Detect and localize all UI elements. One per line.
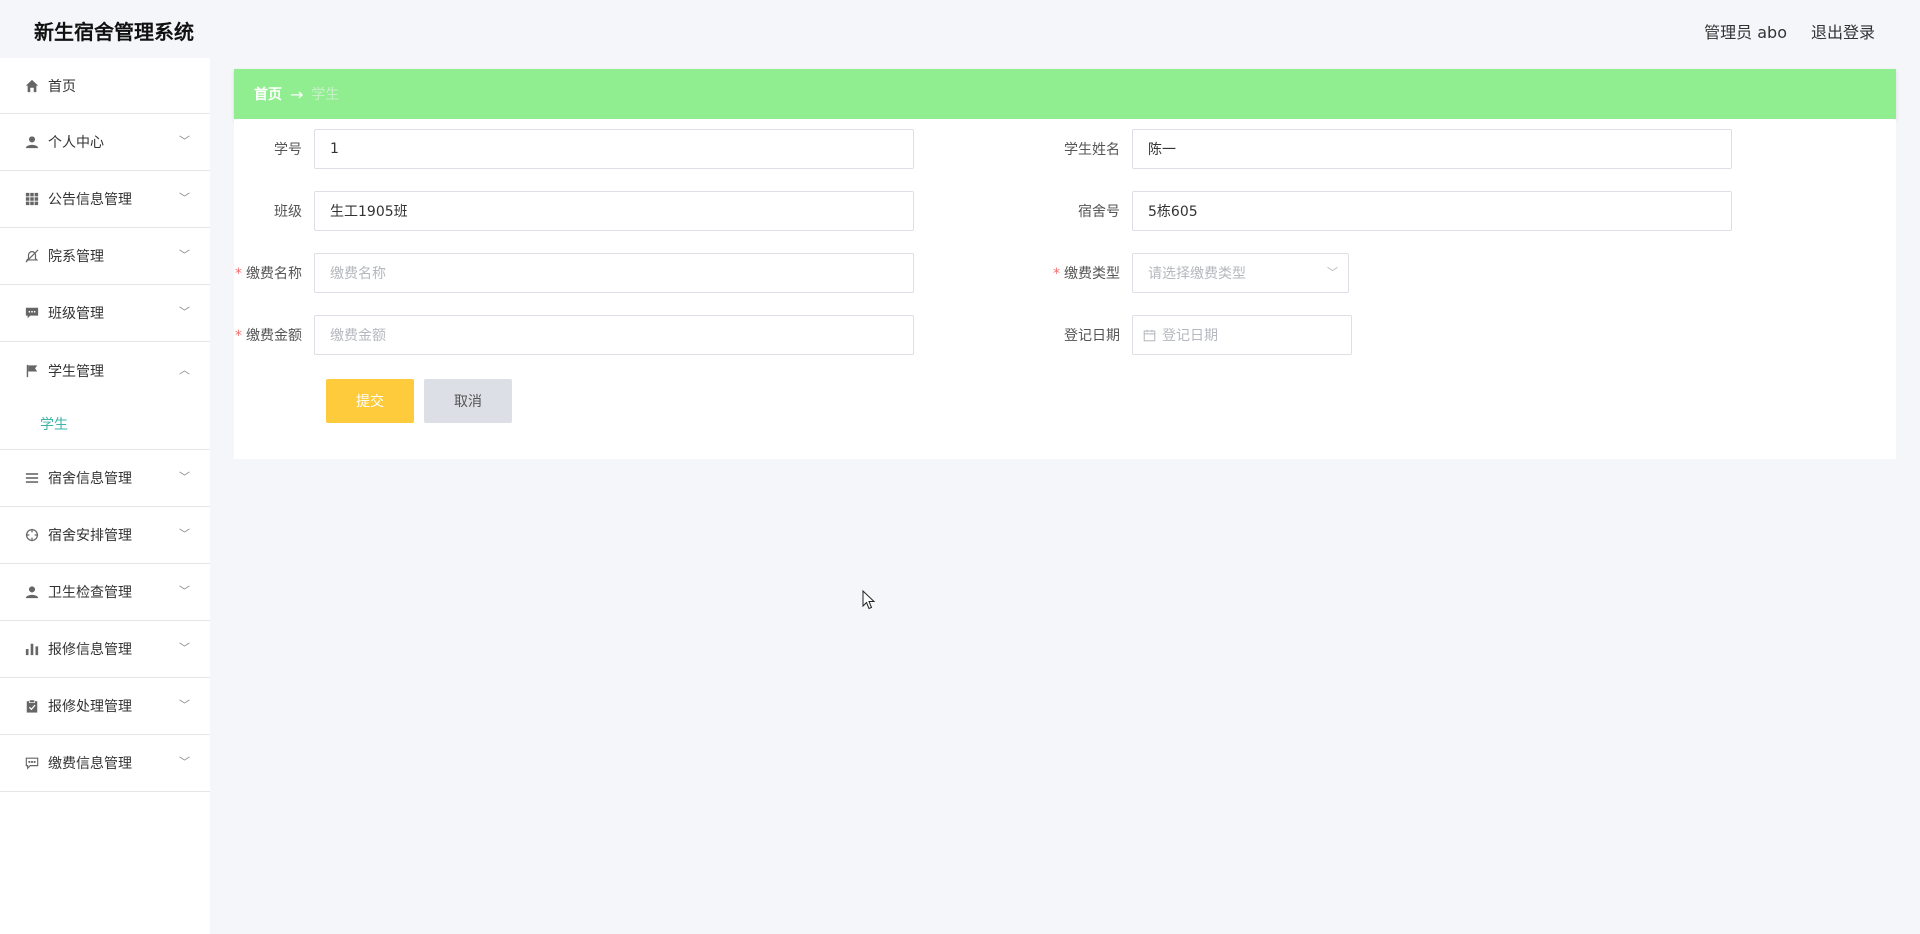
chevron-down-icon: ﹀ xyxy=(1327,266,1338,280)
fee-name-input[interactable]: 缴费名称 xyxy=(314,253,914,293)
register-date-label: 登记日期 xyxy=(1064,328,1120,344)
sidebar-item-dorm-arrange[interactable]: 宿舍安排管理 ﹀ xyxy=(0,507,210,564)
sidebar-item-label: 班级管理 xyxy=(48,306,104,322)
sidebar-item-payment[interactable]: 缴费信息管理 ﹀ xyxy=(0,735,210,792)
sidebar-item-label: 个人中心 xyxy=(48,135,104,151)
sidebar-group-student: 学生管理 ︿ 学生 xyxy=(0,342,210,450)
top-right-actions: 管理员 abo 退出登录 xyxy=(1704,19,1875,43)
sidebar-item-label: 宿舍信息管理 xyxy=(48,471,132,487)
sidebar-subitem-student[interactable]: 学生 xyxy=(0,399,210,449)
register-date-picker[interactable]: 登记日期 xyxy=(1132,315,1352,355)
student-name-row: 学生姓名 陈一 xyxy=(1052,129,1732,169)
student-name-field[interactable]: 陈一 xyxy=(1132,129,1732,169)
chevron-up-icon: ︿ xyxy=(179,362,190,376)
chevron-down-icon: ﹀ xyxy=(179,470,190,484)
sidebar-item-label: 缴费信息管理 xyxy=(48,756,132,772)
sidebar-item-class[interactable]: 班级管理 ﹀ xyxy=(0,285,210,342)
dorm-no-label: 宿舍号 xyxy=(1078,204,1120,220)
logout-link[interactable]: 退出登录 xyxy=(1811,19,1875,43)
crosshair-icon xyxy=(24,527,40,543)
comment-icon xyxy=(24,755,40,771)
home-icon xyxy=(24,78,40,94)
current-user-label: 管理员 abo xyxy=(1704,23,1787,42)
sidebar-item-profile[interactable]: 个人中心 ﹀ xyxy=(0,114,210,171)
sidebar-item-label: 院系管理 xyxy=(48,249,104,265)
chevron-down-icon: ﹀ xyxy=(179,698,190,712)
fee-type-select[interactable]: 请选择缴费类型 ﹀ xyxy=(1132,253,1349,293)
sidebar-item-label: 卫生检查管理 xyxy=(48,585,132,601)
sidebar-item-label: 报修信息管理 xyxy=(48,642,132,658)
sidebar-item-hygiene[interactable]: 卫生检查管理 ﹀ xyxy=(0,564,210,621)
register-date-placeholder: 登记日期 xyxy=(1162,328,1218,344)
fee-name-label: * 缴费名称 xyxy=(235,266,302,282)
sidebar-item-label: 宿舍安排管理 xyxy=(48,528,132,544)
grid-icon xyxy=(24,191,40,207)
sidebar-item-student[interactable]: 学生管理 ︿ xyxy=(0,342,210,399)
chevron-down-icon: ﹀ xyxy=(179,248,190,262)
mouse-cursor-icon xyxy=(862,589,876,614)
user-icon xyxy=(24,134,40,150)
flag-icon xyxy=(24,363,40,379)
sidebar-item-repair-info[interactable]: 报修信息管理 ﹀ xyxy=(0,621,210,678)
student-id-field[interactable]: 1 xyxy=(314,129,914,169)
cancel-button[interactable]: 取消 xyxy=(424,379,512,423)
bell-off-icon xyxy=(24,248,40,264)
sidebar-item-label: 学生管理 xyxy=(48,363,104,380)
main-content: 首页 → 学生 学号 1 学生姓名 陈一 班级 生工1905班 宿舍号 5栋60… xyxy=(234,69,1896,459)
fee-type-row: * 缴费类型 请选择缴费类型 ﹀ xyxy=(1052,253,1349,293)
sidebar-item-repair-handle[interactable]: 报修处理管理 ﹀ xyxy=(0,678,210,735)
app-title: 新生宿舍管理系统 xyxy=(34,20,194,44)
payment-form: 学号 1 学生姓名 陈一 班级 生工1905班 宿舍号 5栋605 * 缴费名称 … xyxy=(234,119,1896,459)
chevron-down-icon: ﹀ xyxy=(179,584,190,598)
dorm-no-field[interactable]: 5栋605 xyxy=(1132,191,1732,231)
class-label: 班级 xyxy=(274,204,302,220)
student-id-label: 学号 xyxy=(274,142,302,158)
sidebar-item-notice[interactable]: 公告信息管理 ﹀ xyxy=(0,171,210,228)
top-bar: 新生宿舍管理系统 管理员 abo 退出登录 xyxy=(0,0,1920,60)
register-date-row: 登记日期 登记日期 xyxy=(1052,315,1352,355)
student-name-label: 学生姓名 xyxy=(1064,142,1120,158)
menu-icon xyxy=(24,470,40,486)
sidebar-item-label: 首页 xyxy=(48,78,76,95)
required-mark: * xyxy=(1053,266,1060,282)
chevron-down-icon: ﹀ xyxy=(179,641,190,655)
fee-name-row: * 缴费名称 缴费名称 xyxy=(234,253,914,293)
student-id-row: 学号 1 xyxy=(234,129,914,169)
chevron-down-icon: ﹀ xyxy=(179,134,190,148)
fee-type-label: * 缴费类型 xyxy=(1053,266,1120,282)
breadcrumb-arrow: → xyxy=(290,84,304,104)
class-field[interactable]: 生工1905班 xyxy=(314,191,914,231)
sidebar: 首页 个人中心 ﹀ 公告信息管理 ﹀ 院系管理 ﹀ 班级管理 ﹀ 学生管理 ︿ … xyxy=(0,58,210,934)
sidebar-item-label: 报修处理管理 xyxy=(48,699,132,715)
breadcrumb: 首页 → 学生 xyxy=(234,69,1896,119)
user-icon xyxy=(24,584,40,600)
required-mark: * xyxy=(235,328,242,344)
sidebar-item-dorm-info[interactable]: 宿舍信息管理 ﹀ xyxy=(0,450,210,507)
chevron-down-icon: ﹀ xyxy=(179,755,190,769)
bar-chart-icon xyxy=(24,641,40,657)
fee-amount-label: * 缴费金额 xyxy=(235,328,302,344)
sidebar-item-home[interactable]: 首页 xyxy=(0,58,210,114)
breadcrumb-home[interactable]: 首页 xyxy=(254,84,282,104)
chevron-down-icon: ﹀ xyxy=(179,191,190,205)
dorm-no-row: 宿舍号 5栋605 xyxy=(1052,191,1732,231)
submit-button[interactable]: 提交 xyxy=(326,379,414,423)
sidebar-item-label: 公告信息管理 xyxy=(48,192,132,208)
fee-amount-row: * 缴费金额 缴费金额 xyxy=(234,315,914,355)
breadcrumb-current: 学生 xyxy=(311,87,340,103)
sidebar-item-department[interactable]: 院系管理 ﹀ xyxy=(0,228,210,285)
chat-icon xyxy=(24,305,40,321)
required-mark: * xyxy=(235,266,242,282)
class-row: 班级 生工1905班 xyxy=(234,191,914,231)
clipboard-icon xyxy=(24,698,40,714)
chevron-down-icon: ﹀ xyxy=(179,305,190,319)
fee-type-placeholder: 请选择缴费类型 xyxy=(1148,266,1246,282)
calendar-icon xyxy=(1143,329,1156,342)
fee-amount-input[interactable]: 缴费金额 xyxy=(314,315,914,355)
chevron-down-icon: ﹀ xyxy=(179,527,190,541)
